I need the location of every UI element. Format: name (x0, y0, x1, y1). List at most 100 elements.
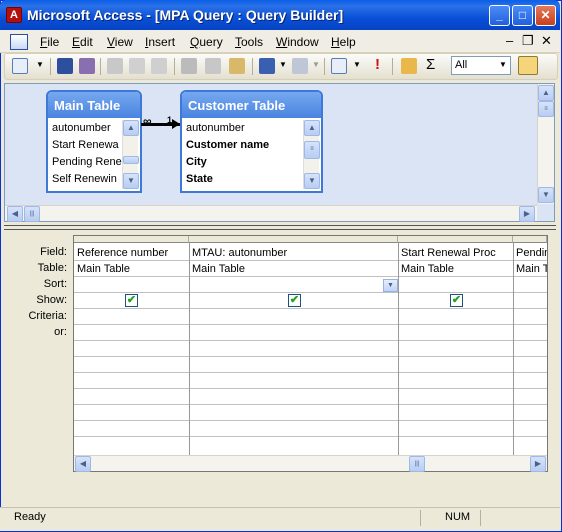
scroll-right-icon[interactable]: ▶ (530, 456, 546, 472)
row-label-table: Table: (37, 262, 67, 274)
grid-line (189, 243, 190, 455)
join-many-label: ∞ (143, 114, 152, 128)
main-table-field-list[interactable]: Main Table autonumber Start Renewa Pendi… (46, 90, 142, 193)
scroll-down-icon[interactable]: ▼ (304, 173, 320, 189)
view-icon[interactable] (12, 58, 28, 74)
column-selector[interactable] (398, 236, 513, 243)
save-icon[interactable] (57, 58, 73, 74)
row-label-sort: Sort: (43, 278, 67, 290)
scroll-thumb[interactable]: ||| (24, 206, 40, 222)
undo-icon[interactable] (259, 58, 275, 74)
status-divider (480, 510, 481, 526)
main-table-title[interactable]: Main Table (48, 92, 140, 118)
spelling-icon[interactable] (151, 58, 167, 74)
pane-splitter[interactable] (4, 225, 556, 230)
redo-dropdown-icon[interactable]: ▼ (312, 60, 320, 69)
mdi-restore-button[interactable]: ❐ (522, 33, 534, 49)
grid-line (513, 243, 514, 455)
show-table-icon[interactable] (401, 58, 417, 74)
scroll-up-icon[interactable]: ▲ (123, 120, 139, 136)
mdi-close-button[interactable]: ✕ (541, 33, 552, 49)
table-pane-horizontal-scrollbar[interactable]: ◀ ||| ▶ (5, 205, 537, 222)
row-label-or: or: (54, 326, 67, 338)
paste-icon[interactable] (229, 58, 245, 74)
access-key-icon: A (6, 7, 22, 23)
field-cell-start-renewal[interactable]: Start Renewal Proc (401, 247, 511, 259)
scroll-thumb[interactable]: ≡ (538, 101, 554, 117)
scroll-thumb[interactable]: ≡ (304, 141, 320, 159)
scroll-thumb[interactable]: ||| (409, 456, 425, 472)
maximize-button[interactable]: □ (512, 5, 533, 26)
grid-line (74, 404, 547, 405)
scroll-up-icon[interactable]: ▲ (304, 120, 320, 136)
grid-line (74, 356, 547, 357)
grid-line (74, 372, 547, 373)
menu-file[interactable]: File (40, 35, 59, 49)
customer-table-scrollbar[interactable]: ▲ ≡ ▼ (303, 120, 320, 189)
grid-line (398, 243, 399, 455)
scroll-up-icon[interactable]: ▲ (538, 85, 554, 101)
properties-icon[interactable] (518, 56, 538, 75)
redo-icon[interactable] (292, 58, 308, 74)
scroll-thumb[interactable] (123, 156, 139, 164)
menu-help[interactable]: Help (331, 35, 356, 49)
show-checkbox[interactable]: ✔ (125, 294, 138, 307)
customer-field-name[interactable]: Customer name (182, 137, 321, 154)
customer-table-field-list[interactable]: Customer Table autonumber Customer name … (180, 90, 323, 193)
copy-icon[interactable] (205, 58, 221, 74)
row-label-criteria: Criteria: (28, 310, 67, 322)
print-preview-icon[interactable] (129, 58, 145, 74)
toolbar-separator (50, 58, 51, 75)
column-selector[interactable] (74, 236, 189, 243)
grid-line (74, 276, 547, 277)
minimize-button[interactable]: _ (489, 5, 510, 26)
query-type-dropdown-icon[interactable]: ▼ (353, 60, 361, 69)
field-cell-mtau[interactable]: MTAU: autonumber (192, 247, 396, 259)
cut-icon[interactable] (181, 58, 197, 74)
column-selector[interactable] (189, 236, 398, 243)
menu-view[interactable]: View (107, 35, 133, 49)
grid-horizontal-scrollbar[interactable]: ◀ ||| ▶ (74, 455, 547, 472)
file-search-icon[interactable] (79, 58, 95, 74)
grid-line (74, 308, 547, 309)
print-icon[interactable] (107, 58, 123, 74)
customer-table-title[interactable]: Customer Table (182, 92, 321, 118)
close-button[interactable]: ✕ (535, 5, 556, 26)
query-window-icon[interactable] (10, 34, 28, 50)
top-values-dropdown-icon[interactable]: ▼ (499, 60, 507, 69)
field-cell-reference-number[interactable]: Reference number (77, 247, 187, 259)
table-cell[interactable]: Main Table (192, 263, 396, 275)
scroll-left-icon[interactable]: ◀ (75, 456, 91, 472)
join-arrow-icon (172, 119, 180, 129)
customer-field-city[interactable]: City (182, 154, 321, 171)
menu-query[interactable]: Query (190, 35, 223, 49)
field-cell-pending[interactable]: Pendin (516, 247, 547, 259)
menu-window[interactable]: Window (276, 35, 319, 49)
scroll-down-icon[interactable]: ▼ (538, 187, 554, 203)
show-checkbox[interactable]: ✔ (288, 294, 301, 307)
table-cell[interactable]: Main Table (77, 263, 187, 275)
undo-dropdown-icon[interactable]: ▼ (279, 60, 287, 69)
scroll-right-icon[interactable]: ▶ (519, 206, 535, 222)
totals-icon[interactable]: Σ (426, 56, 435, 73)
run-icon[interactable]: ! (375, 56, 380, 73)
table-pane-vertical-scrollbar[interactable]: ▲ ≡ ▼ (537, 84, 554, 204)
main-table-scrollbar[interactable]: ▲ ▼ (122, 120, 139, 189)
toolbar-separator (252, 58, 253, 75)
column-selector[interactable] (513, 236, 547, 243)
table-cell[interactable]: Main Table (401, 263, 511, 275)
customer-field-state[interactable]: State (182, 171, 321, 188)
table-cell[interactable]: Main T (516, 263, 547, 275)
show-checkbox[interactable]: ✔ (450, 294, 463, 307)
scroll-down-icon[interactable]: ▼ (123, 173, 139, 189)
scroll-left-icon[interactable]: ◀ (7, 206, 23, 222)
view-dropdown-icon[interactable]: ▼ (36, 60, 44, 69)
customer-field-autonumber[interactable]: autonumber (182, 120, 321, 137)
grid-line (74, 292, 547, 293)
mdi-minimize-button[interactable]: – (506, 33, 513, 48)
menu-insert[interactable]: Insert (145, 35, 175, 49)
sort-dropdown-icon[interactable]: ▼ (383, 279, 398, 292)
menu-edit[interactable]: Edit (72, 35, 93, 49)
query-type-icon[interactable] (331, 58, 347, 74)
menu-tools[interactable]: Tools (235, 35, 263, 49)
